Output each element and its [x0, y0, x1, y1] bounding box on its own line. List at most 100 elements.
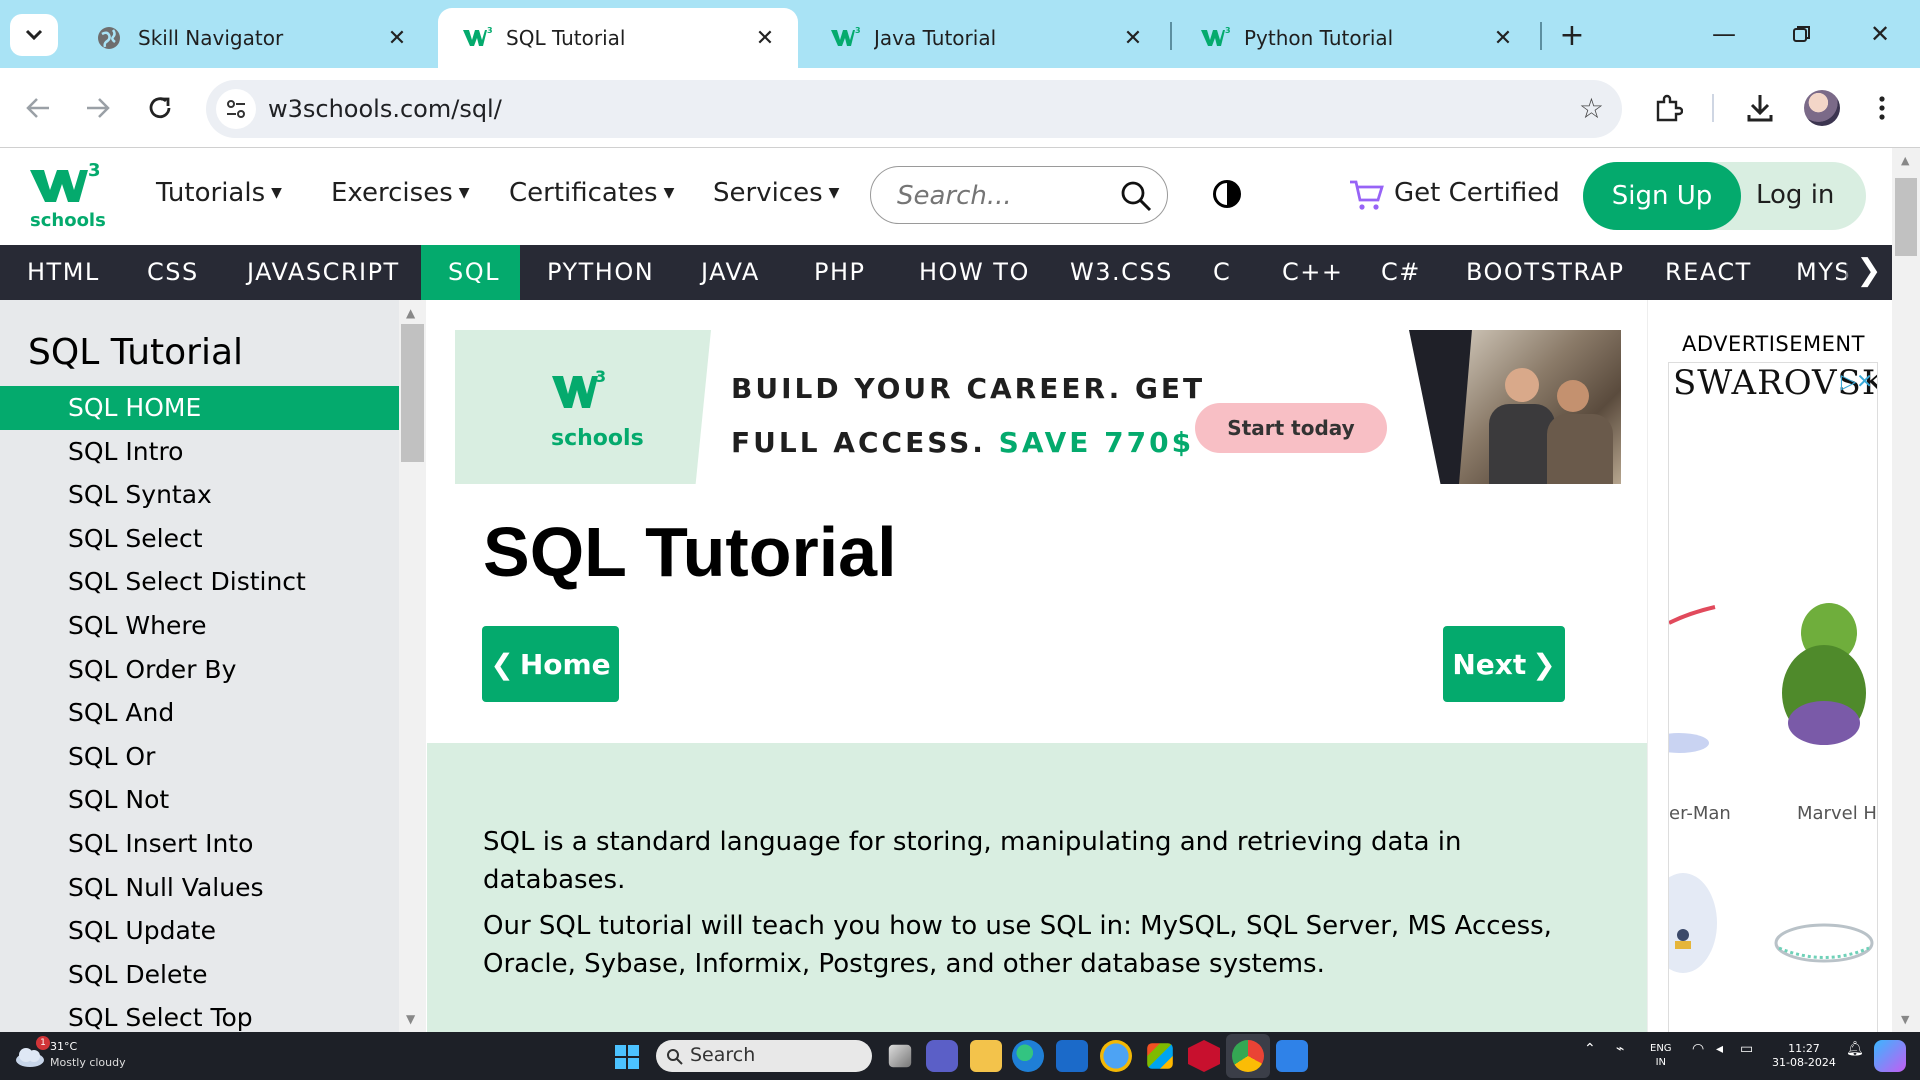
address-bar[interactable]: w3schools.com/sql/ ☆ — [206, 80, 1622, 138]
store-icon[interactable] — [1147, 1043, 1173, 1069]
close-window-icon[interactable]: ✕ — [1850, 14, 1910, 54]
close-tab-icon[interactable]: ✕ — [382, 23, 412, 53]
scroll-down-arrow-icon[interactable]: ▼ — [406, 1012, 415, 1026]
paint-app-icon[interactable] — [1276, 1040, 1308, 1072]
weather-widget[interactable]: 1 31°C Mostly cloudy — [14, 1036, 164, 1074]
extensions-puzzle-icon[interactable] — [1648, 88, 1688, 128]
mcafee-icon[interactable] — [1188, 1040, 1220, 1072]
side-item-sql-order-by[interactable]: SQL Order By — [0, 648, 399, 692]
start-today-button[interactable]: Start today — [1195, 403, 1387, 453]
minimize-window-icon[interactable]: — — [1694, 14, 1754, 54]
next-button[interactable]: Next ❯ — [1443, 626, 1565, 702]
back-arrow-icon[interactable] — [18, 88, 58, 128]
bookmark-star-icon[interactable]: ☆ — [1579, 92, 1604, 125]
profile-avatar[interactable] — [1804, 90, 1840, 126]
subject-csharp[interactable]: C# — [1354, 245, 1448, 300]
reload-icon[interactable] — [140, 88, 180, 128]
subject-w3css[interactable]: W3.CSS — [1043, 245, 1200, 300]
battery-saver-icon[interactable]: ⌁ — [1616, 1042, 1624, 1056]
scroll-down-arrow-icon[interactable]: ▼ — [1901, 1013, 1909, 1026]
language-indicator[interactable]: ENG IN — [1650, 1042, 1672, 1070]
side-item-sql-select[interactable]: SQL Select — [0, 517, 399, 561]
scroll-up-arrow-icon[interactable]: ▲ — [406, 306, 415, 320]
home-button[interactable]: ❮ Home — [482, 626, 619, 702]
menu-certificates[interactable]: Certificates ▼ — [509, 178, 674, 208]
side-menu-scrollbar[interactable]: ▲ ▼ — [399, 300, 426, 1032]
subject-python[interactable]: PYTHON — [520, 245, 681, 300]
site-search-input[interactable] — [897, 179, 1117, 213]
restore-window-icon[interactable] — [1772, 14, 1832, 54]
side-item-sql-null-values[interactable]: SQL Null Values — [0, 866, 399, 910]
site-settings-icon[interactable] — [216, 89, 256, 129]
menu-exercises[interactable]: Exercises ▼ — [331, 178, 470, 208]
close-tab-icon[interactable]: ✕ — [750, 23, 780, 53]
sign-up-button[interactable]: Sign Up — [1583, 162, 1741, 230]
scroll-up-arrow-icon[interactable]: ▲ — [1901, 154, 1909, 167]
side-item-sql-intro[interactable]: SQL Intro — [0, 430, 399, 474]
side-item-sql-where[interactable]: SQL Where — [0, 604, 399, 648]
help-icon[interactable] — [1100, 1040, 1132, 1072]
teams-icon[interactable] — [926, 1040, 958, 1072]
side-item-sql-select-top[interactable]: SQL Select Top — [0, 996, 399, 1032]
subject-bootstrap[interactable]: BOOTSTRAP — [1439, 245, 1651, 300]
search-icon[interactable] — [1119, 179, 1153, 213]
ad-banner[interactable]: SWAROVSKI ▷✕ er-Man Marvel H — [1668, 362, 1878, 1032]
side-item-sql-select-distinct[interactable]: SQL Select Distinct — [0, 560, 399, 604]
subject-php[interactable]: PHP — [787, 245, 893, 300]
promo-banner[interactable]: 3 schools BUILD YOUR CAREER. GET FULL AC… — [455, 330, 1621, 484]
tab-search-button[interactable] — [10, 14, 58, 56]
ad-close-icon[interactable]: ▷✕ — [1841, 369, 1873, 393]
w3schools-logo[interactable]: 3 schools — [28, 160, 106, 234]
side-item-sql-not[interactable]: SQL Not — [0, 778, 399, 822]
task-view-icon[interactable] — [888, 1044, 912, 1068]
copilot-icon[interactable] — [1874, 1040, 1906, 1072]
wifi-icon[interactable]: ◠ — [1692, 1042, 1704, 1056]
scrollbar-thumb[interactable] — [401, 324, 424, 462]
subject-java[interactable]: JAVA — [674, 245, 787, 300]
page-scrollbar[interactable]: ▲ ▼ — [1892, 148, 1920, 1032]
get-certified-link[interactable]: Get Certified — [1394, 178, 1560, 208]
volume-icon[interactable]: ◂ — [1716, 1042, 1723, 1056]
subject-css[interactable]: CSS — [120, 245, 226, 300]
tab-java-tutorial[interactable]: 3 Java Tutorial ✕ — [806, 8, 1166, 68]
tab-sql-tutorial[interactable]: 3 SQL Tutorial ✕ — [438, 8, 798, 68]
close-tab-icon[interactable]: ✕ — [1488, 23, 1518, 53]
side-item-sql-insert-into[interactable]: SQL Insert Into — [0, 822, 399, 866]
close-tab-icon[interactable]: ✕ — [1118, 23, 1148, 53]
dark-mode-toggle-icon[interactable] — [1213, 180, 1241, 208]
file-explorer-icon[interactable] — [970, 1040, 1002, 1072]
side-item-sql-syntax[interactable]: SQL Syntax — [0, 473, 399, 517]
side-item-sql-delete[interactable]: SQL Delete — [0, 953, 399, 997]
subject-how-to[interactable]: HOW TO — [892, 245, 1057, 300]
clock[interactable]: 11:27 31-08-2024 — [1772, 1042, 1836, 1070]
menu-services[interactable]: Services ▼ — [713, 178, 839, 208]
side-item-sql-or[interactable]: SQL Or — [0, 735, 399, 779]
subject-html[interactable]: HTML — [0, 245, 127, 300]
chrome-icon[interactable] — [1232, 1040, 1264, 1072]
download-icon[interactable] — [1740, 88, 1780, 128]
notification-bell-icon[interactable]: 🔔︎ — [1846, 1042, 1864, 1056]
battery-icon[interactable]: ▭ — [1740, 1042, 1753, 1056]
subject-c[interactable]: C — [1186, 245, 1258, 300]
side-item-sql-home[interactable]: SQL HOME — [0, 386, 399, 430]
cart-icon[interactable] — [1348, 178, 1384, 212]
edge-icon[interactable] — [1012, 1040, 1044, 1072]
subject-scroll-right-icon[interactable]: ❯ — [1846, 245, 1892, 300]
tab-python-tutorial[interactable]: 3 Python Tutorial ✕ — [1176, 8, 1536, 68]
taskbar-search[interactable]: Search — [656, 1040, 872, 1072]
log-in-button[interactable]: Log in — [1756, 180, 1834, 210]
side-item-sql-update[interactable]: SQL Update — [0, 909, 399, 953]
subject-sql[interactable]: SQL — [421, 245, 520, 300]
subject-react[interactable]: REACT — [1638, 245, 1779, 300]
browser-menu-icon[interactable] — [1862, 88, 1902, 128]
tab-skill-navigator[interactable]: Skill Navigator ✕ — [70, 8, 430, 68]
subject-javascript[interactable]: JAVASCRIPT — [220, 245, 427, 300]
windows-start-icon[interactable] — [614, 1044, 640, 1070]
show-hidden-icons-chevron-icon[interactable]: ⌃ — [1584, 1042, 1596, 1056]
side-item-sql-and[interactable]: SQL And — [0, 691, 399, 735]
forward-arrow-icon[interactable] — [78, 88, 118, 128]
scrollbar-thumb[interactable] — [1895, 178, 1917, 256]
new-tab-plus-icon[interactable]: + — [1554, 18, 1590, 53]
mcafee-vpn-icon[interactable] — [1056, 1040, 1088, 1072]
menu-tutorials[interactable]: Tutorials ▼ — [156, 178, 282, 208]
